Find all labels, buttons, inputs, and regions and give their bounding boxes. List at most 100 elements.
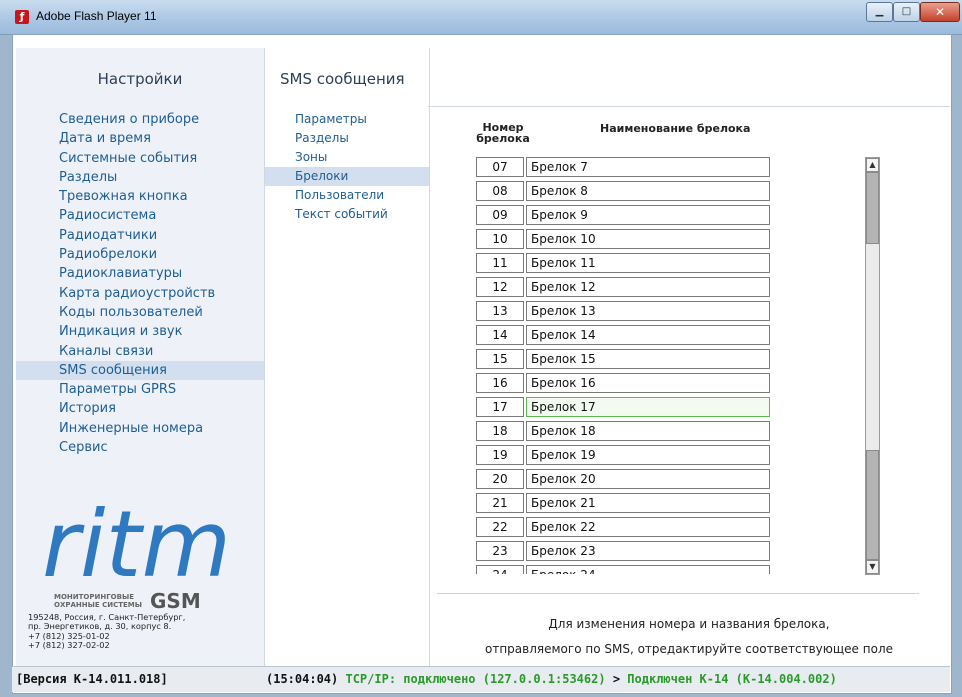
keyfob-name-field[interactable]: Брелок 24: [526, 565, 770, 574]
keyfob-number-field[interactable]: 23: [476, 541, 524, 561]
sidebar-item[interactable]: Карта радиоустройств: [16, 284, 264, 303]
keyfob-number-field[interactable]: 14: [476, 325, 524, 345]
sidebar-item[interactable]: История: [16, 399, 264, 418]
phone-line: +7 (812) 327-02-02: [28, 640, 110, 651]
keyfob-name-field[interactable]: Брелок 10: [526, 229, 770, 249]
keyfob-row: 21 Брелок 21: [476, 493, 772, 513]
status-tcp: TCP/IP: подключено (127.0.0.1:53462): [345, 672, 606, 686]
sidebar-item[interactable]: Тревожная кнопка: [16, 187, 264, 206]
sidebar-item[interactable]: Радиоклавиатуры: [16, 264, 264, 283]
sidebar-item[interactable]: Разделы: [16, 168, 264, 187]
keyfob-number-field[interactable]: 16: [476, 373, 524, 393]
maximize-button[interactable]: □: [893, 2, 920, 22]
keyfob-name-field[interactable]: Брелок 17: [526, 397, 770, 417]
keyfob-name-field[interactable]: Брелок 14: [526, 325, 770, 345]
keyfob-row: 11 Брелок 11: [476, 253, 772, 273]
company-address: 195248, Россия, г. Санкт-Петербург, пр. …: [28, 612, 185, 651]
title-bar[interactable]: ƒ Adobe Flash Player 11 ▁ □ ✕: [0, 0, 962, 35]
sidebar-item[interactable]: Сведения о приборе: [16, 110, 264, 129]
close-button[interactable]: ✕: [920, 2, 960, 22]
logo-gsm: GSM: [150, 589, 201, 613]
keyfob-number-field[interactable]: 11: [476, 253, 524, 273]
keyfob-row: 22 Брелок 22: [476, 517, 772, 537]
keyfob-number-field[interactable]: 17: [476, 397, 524, 417]
status-bar: [Версия К-14.011.018] (15:04:04) TCP/IP:…: [12, 666, 950, 692]
keyfob-name-field[interactable]: Брелок 11: [526, 253, 770, 273]
settings-sidebar: Настройки Сведения о приборе Дата и время…: [16, 48, 264, 666]
subnav-item[interactable]: Разделы: [265, 129, 429, 148]
scroll-up-arrow-icon[interactable]: ▲: [866, 158, 879, 172]
sidebar-item[interactable]: Дата и время: [16, 129, 264, 148]
keyfob-number-field[interactable]: 18: [476, 421, 524, 441]
sidebar-item[interactable]: Сервис: [16, 438, 264, 457]
keyfob-number-field[interactable]: 09: [476, 205, 524, 225]
keyfob-number-field[interactable]: 20: [476, 469, 524, 489]
settings-title: Настройки: [97, 70, 183, 88]
keyfob-row: 09 Брелок 9: [476, 205, 772, 225]
scroll-track-segment[interactable]: [866, 172, 879, 244]
sidebar-item[interactable]: Коды пользователей: [16, 303, 264, 322]
keyfob-row: 19 Брелок 19: [476, 445, 772, 465]
hint-line-2: отправляемого по SMS, отредактируйте соо…: [485, 642, 893, 656]
keyfob-name-field[interactable]: Брелок 22: [526, 517, 770, 537]
keyfob-row: 23 Брелок 23: [476, 541, 772, 561]
keyfob-name-field[interactable]: Брелок 13: [526, 301, 770, 321]
status-time: (15:04:04): [266, 672, 339, 686]
column-header-name: Наименование брелока: [600, 122, 751, 135]
keyfob-name-field[interactable]: Брелок 9: [526, 205, 770, 225]
keyfob-name-field[interactable]: Брелок 15: [526, 349, 770, 369]
column-header-number: Номер брелока: [476, 121, 530, 145]
keyfob-number-field[interactable]: 10: [476, 229, 524, 249]
logo-sub2: ОХРАННЫЕ СИСТЕМЫ: [54, 601, 142, 609]
version-label: [Версия К-14.011.018]: [16, 672, 168, 686]
keyfob-name-field[interactable]: Брелок 7: [526, 157, 770, 177]
connection-status: (15:04:04) TCP/IP: подключено (127.0.0.1…: [266, 672, 837, 686]
keyfob-number-field[interactable]: 19: [476, 445, 524, 465]
sidebar-item[interactable]: Инженерные номера: [16, 419, 264, 438]
subnav-item[interactable]: Текст событий: [265, 205, 429, 224]
keyfob-row: 16 Брелок 16: [476, 373, 772, 393]
sidebar-item[interactable]: Параметры GPRS: [16, 380, 264, 399]
sidebar-item[interactable]: Системные события: [16, 149, 264, 168]
sidebar-item[interactable]: Радиобрелоки: [16, 245, 264, 264]
keyfob-number-field[interactable]: 22: [476, 517, 524, 537]
window-title: Adobe Flash Player 11: [36, 9, 157, 23]
keyfob-name-field[interactable]: Брелок 20: [526, 469, 770, 489]
keyfob-number-field[interactable]: 07: [476, 157, 524, 177]
keyfob-number-field[interactable]: 08: [476, 181, 524, 201]
keyfob-name-field[interactable]: Брелок 8: [526, 181, 770, 201]
sidebar-item[interactable]: Радиосистема: [16, 206, 264, 225]
subnav-item[interactable]: Параметры: [265, 110, 429, 129]
keyfob-number-field[interactable]: 15: [476, 349, 524, 369]
keyfob-number-field[interactable]: 13: [476, 301, 524, 321]
status-device: Подключен К-14 (К-14.004.002): [627, 672, 837, 686]
keyfob-name-field[interactable]: Брелок 19: [526, 445, 770, 465]
keyfob-name-field[interactable]: Брелок 23: [526, 541, 770, 561]
keyfob-name-field[interactable]: Брелок 18: [526, 421, 770, 441]
keyfob-name-field[interactable]: Брелок 16: [526, 373, 770, 393]
keyfob-row: 18 Брелок 18: [476, 421, 772, 441]
scroll-track-segment[interactable]: [866, 450, 879, 560]
keyfob-row: 13 Брелок 13: [476, 301, 772, 321]
keyfob-row: 07 Брелок 7: [476, 157, 772, 177]
subnav-item[interactable]: Пользователи: [265, 186, 429, 205]
keyfob-row: 24Брелок 24: [476, 565, 772, 574]
settings-nav: Сведения о приборе Дата и время Системные …: [16, 110, 264, 457]
keyfob-number-field[interactable]: 24: [476, 565, 524, 574]
subnav-item[interactable]: Брелоки: [265, 167, 429, 186]
sidebar-item[interactable]: Индикация и звук: [16, 322, 264, 341]
subnav-item[interactable]: Зоны: [265, 148, 429, 167]
sidebar-item[interactable]: SMS сообщения: [16, 360, 264, 381]
keyfob-row: 20 Брелок 20: [476, 469, 772, 489]
keyfob-name-field[interactable]: Брелок 21: [526, 493, 770, 513]
minimize-button[interactable]: ▁: [866, 2, 893, 22]
keyfob-number-field[interactable]: 21: [476, 493, 524, 513]
header-divider: [428, 106, 950, 107]
sidebar-item[interactable]: Каналы связи: [16, 342, 264, 361]
scroll-down-arrow-icon[interactable]: ▼: [866, 560, 879, 574]
sidebar-item[interactable]: Радиодатчики: [16, 226, 264, 245]
keyfob-name-field[interactable]: Брелок 12: [526, 277, 770, 297]
vertical-scrollbar[interactable]: ▲ ▼: [865, 157, 880, 575]
keyfob-row: 12 Брелок 12: [476, 277, 772, 297]
keyfob-number-field[interactable]: 12: [476, 277, 524, 297]
